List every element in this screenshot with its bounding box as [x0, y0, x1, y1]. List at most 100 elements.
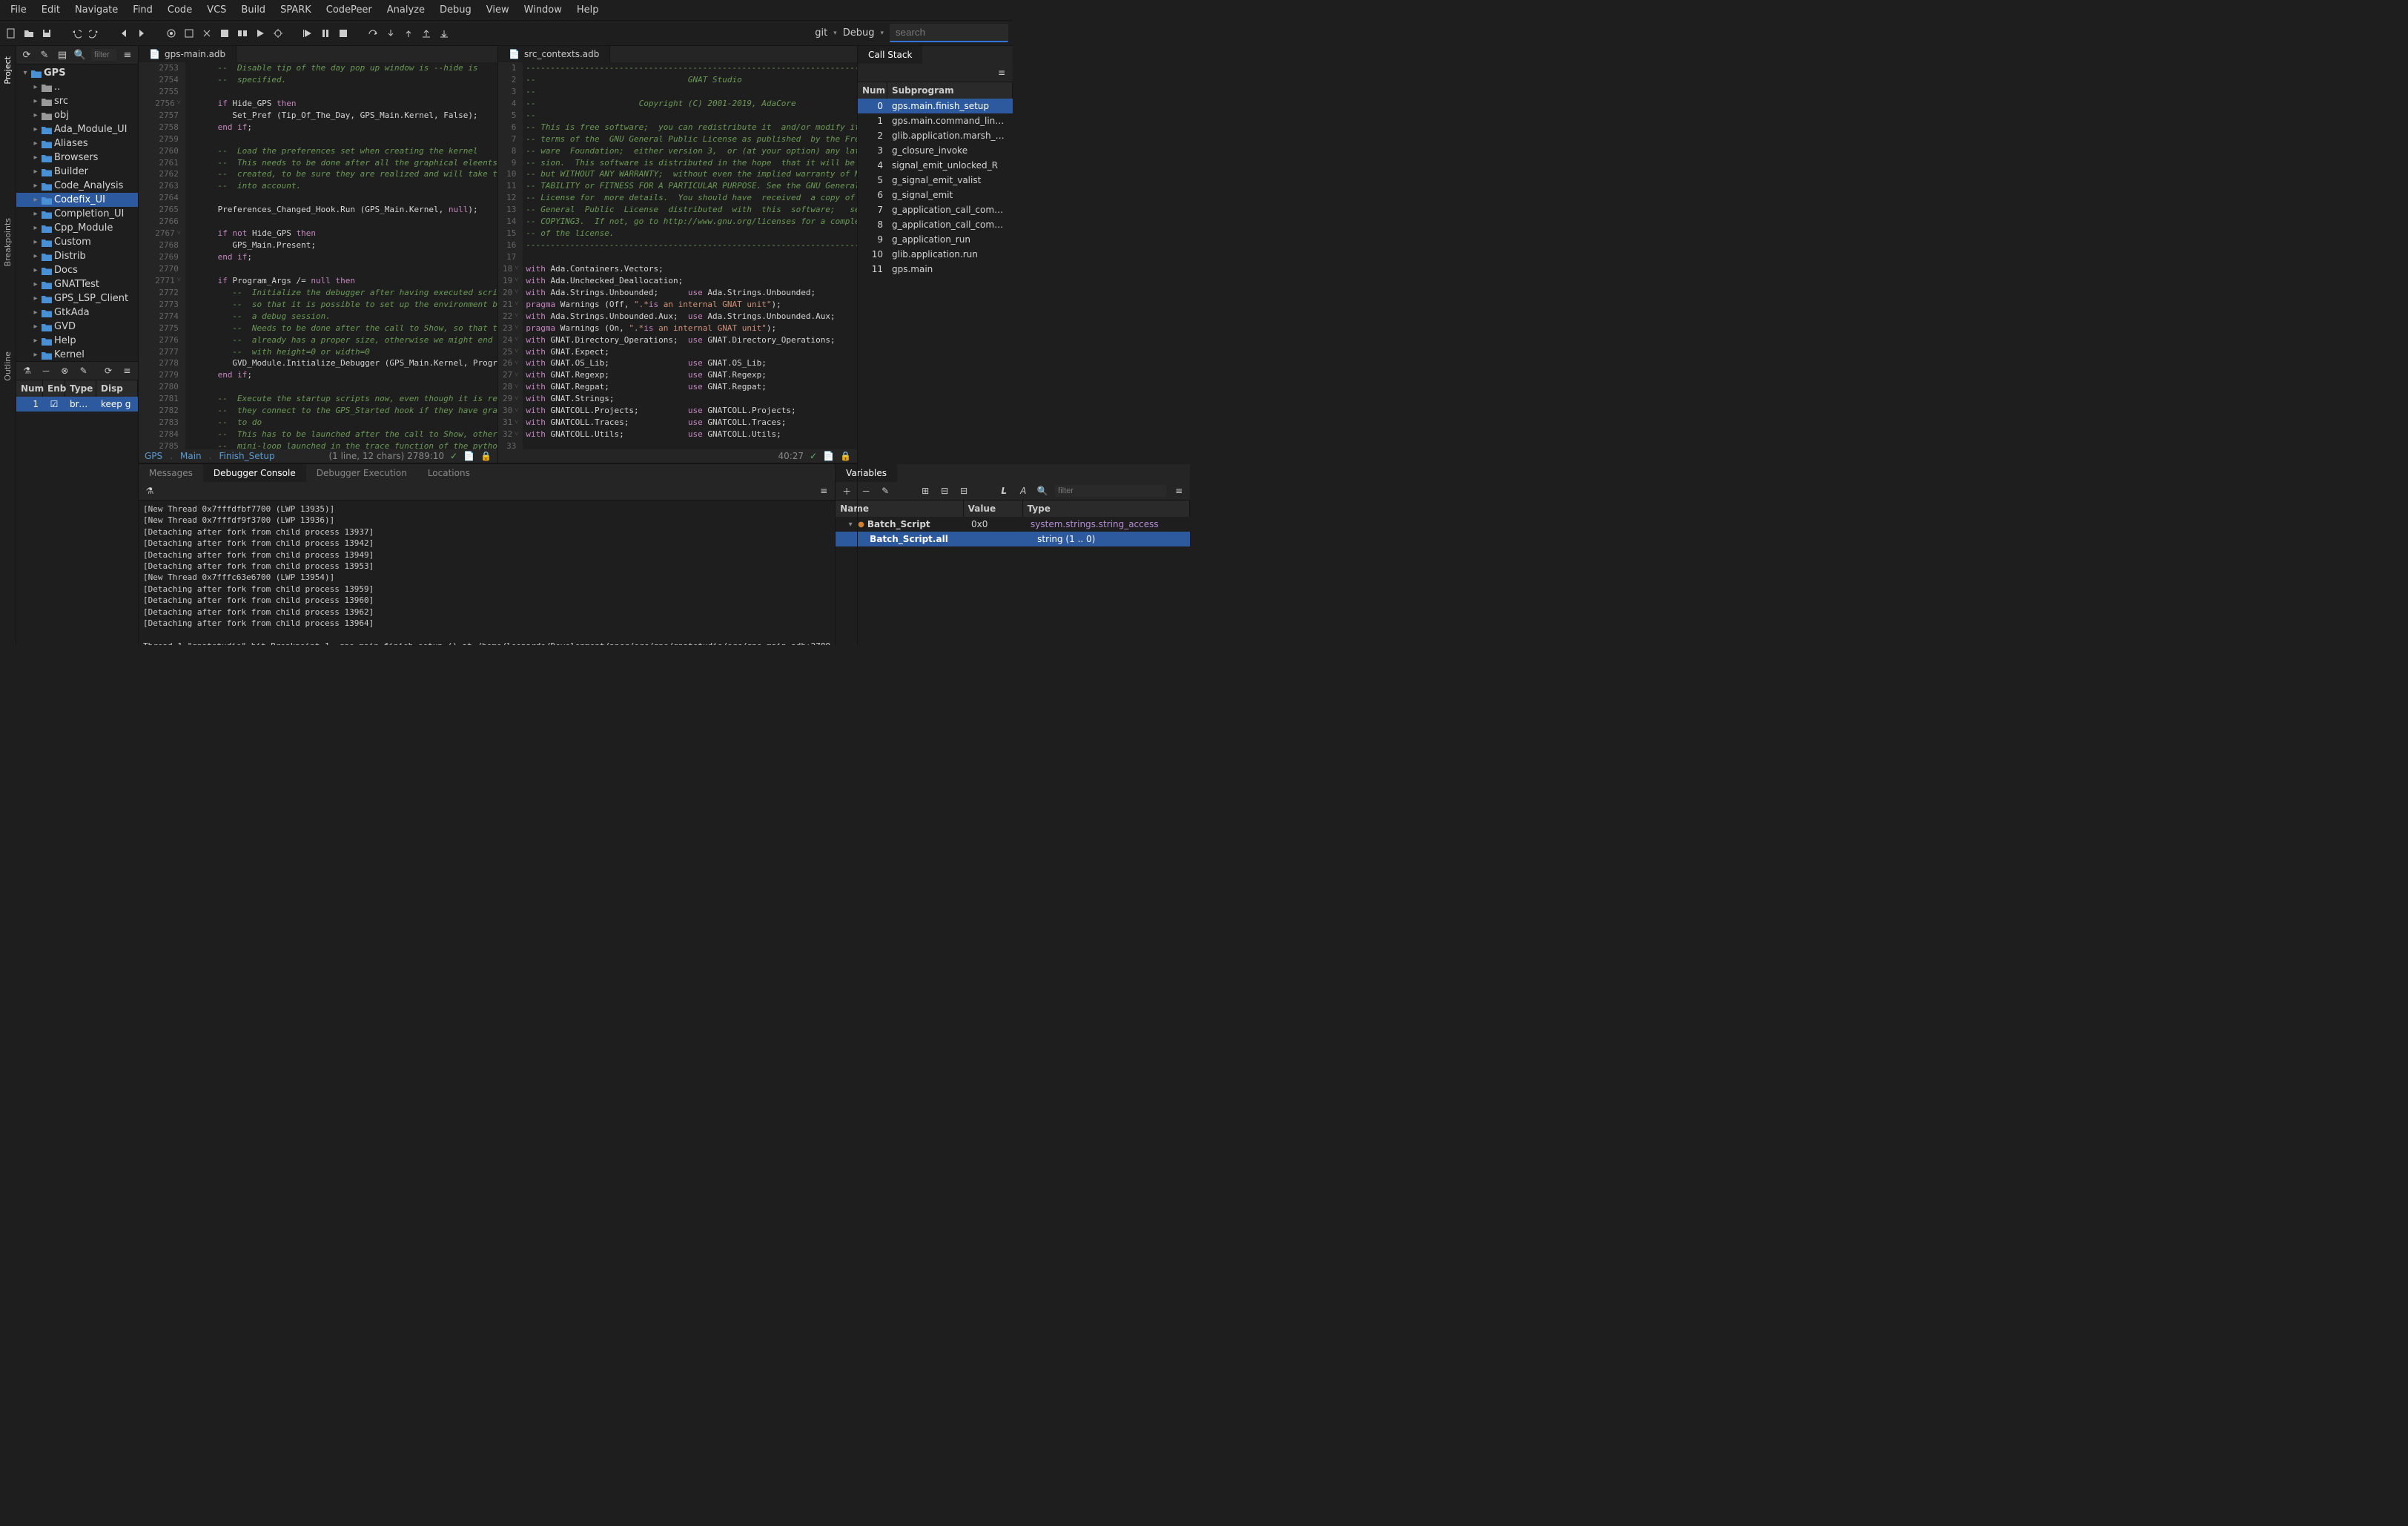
- menu-help[interactable]: Help: [571, 2, 605, 18]
- editor-body-left[interactable]: 2753275427552756˅27572758275927602761276…: [139, 62, 497, 449]
- callstack-row[interactable]: 2glib.application.marsh_gapplica: [858, 128, 1013, 143]
- collapse-icon[interactable]: ▤: [56, 48, 69, 62]
- menu-icon[interactable]: ≡: [121, 48, 134, 62]
- callstack-row[interactable]: 6g_signal_emit: [858, 188, 1013, 202]
- doc-icon[interactable]: 📄: [823, 451, 834, 461]
- clear-console-icon[interactable]: ⚗: [143, 484, 156, 498]
- menu-icon[interactable]: ≡: [817, 484, 830, 498]
- tree-item-gnattest[interactable]: ▸GNATTest: [16, 277, 138, 291]
- breakpoints-table[interactable]: Num Enb Type Disp 1 ☑ break keep g: [16, 380, 138, 454]
- breadcrumb-seg[interactable]: Main: [180, 451, 202, 461]
- tab-call-stack[interactable]: Call Stack: [858, 46, 922, 64]
- tab-locations[interactable]: Locations: [417, 464, 480, 482]
- tree-item-distrib[interactable]: ▸Distrib: [16, 249, 138, 263]
- project-tree[interactable]: ▾GPS▸..▸src▸obj▸Ada_Module_UI▸Aliases▸Br…: [16, 65, 138, 645]
- tree-item-gtkada[interactable]: ▸GtkAda: [16, 305, 138, 320]
- continue-icon[interactable]: [301, 27, 314, 40]
- menu-icon[interactable]: ≡: [1172, 484, 1185, 498]
- tree-item-src[interactable]: ▸src: [16, 94, 138, 108]
- callstack-row[interactable]: 0gps.main.finish_setup: [858, 99, 1013, 113]
- search-icon[interactable]: 🔍: [1036, 484, 1049, 498]
- mode-label[interactable]: Debug: [843, 27, 875, 39]
- compile-icon[interactable]: [218, 27, 231, 40]
- target-icon[interactable]: [165, 27, 178, 40]
- refresh-icon[interactable]: ⟳: [20, 48, 33, 62]
- doc-icon[interactable]: 📄: [463, 451, 474, 461]
- pause-icon[interactable]: [319, 27, 332, 40]
- tab-debugger-console[interactable]: Debugger Console: [203, 464, 306, 482]
- callstack-row[interactable]: 1gps.main.command_line_callba: [858, 113, 1013, 128]
- menu-icon[interactable]: ≡: [995, 66, 1008, 79]
- step-out-icon[interactable]: [402, 27, 415, 40]
- callstack-row[interactable]: 8g_application_call_command_li: [858, 217, 1013, 232]
- callstack-row[interactable]: 3g_closure_invoke: [858, 143, 1013, 158]
- tree-item-aliases[interactable]: ▸Aliases: [16, 136, 138, 151]
- menu-find[interactable]: Find: [127, 2, 159, 18]
- global-search-input[interactable]: [890, 24, 1008, 42]
- vcs-label[interactable]: git: [815, 27, 827, 39]
- upload-icon[interactable]: [420, 27, 433, 40]
- build-icon[interactable]: [182, 27, 196, 40]
- menu-debug[interactable]: Debug: [434, 2, 477, 18]
- menu-analyze[interactable]: Analyze: [381, 2, 431, 18]
- save-icon[interactable]: [40, 27, 53, 40]
- menu-build[interactable]: Build: [235, 2, 271, 18]
- tree-item-custom[interactable]: ▸Custom: [16, 235, 138, 249]
- menu-codepeer[interactable]: CodePeer: [320, 2, 378, 18]
- bp-enabled-checkbox[interactable]: ☑: [43, 397, 65, 412]
- menu-view[interactable]: View: [480, 2, 515, 18]
- tree-item-docs[interactable]: ▸Docs: [16, 263, 138, 277]
- new-file-icon[interactable]: [4, 27, 18, 40]
- build-all-icon[interactable]: [236, 27, 249, 40]
- step-into-icon[interactable]: [384, 27, 397, 40]
- menu-navigate[interactable]: Navigate: [69, 2, 124, 18]
- tree-item-obj[interactable]: ▸obj: [16, 108, 138, 122]
- italic-icon[interactable]: A: [1016, 484, 1030, 498]
- menu-code[interactable]: Code: [162, 2, 198, 18]
- undo-icon[interactable]: [70, 27, 83, 40]
- tree-item-builder[interactable]: ▸Builder: [16, 165, 138, 179]
- tree-item-gps_lsp_client[interactable]: ▸GPS_LSP_Client: [16, 291, 138, 305]
- tree-item-completion_ui[interactable]: ▸Completion_UI: [16, 207, 138, 221]
- nav-forward-icon[interactable]: [135, 27, 148, 40]
- breakpoint-row[interactable]: 1 ☑ break keep g: [16, 397, 138, 412]
- tree-item-help[interactable]: ▸Help: [16, 334, 138, 348]
- chevron-down-icon[interactable]: ▾: [833, 30, 837, 37]
- callstack-row[interactable]: 7g_application_call_command_l: [858, 202, 1013, 217]
- x-icon[interactable]: ⊗: [59, 364, 71, 377]
- callstack-row[interactable]: 11gps.main: [858, 262, 1013, 277]
- menu-icon[interactable]: ≡: [121, 364, 133, 377]
- tree-root[interactable]: ▾GPS: [16, 66, 138, 80]
- tree-item-kernel[interactable]: ▸Kernel: [16, 348, 138, 362]
- editor-tab-gps-main[interactable]: 📄 gps-main.adb: [139, 46, 236, 62]
- variables-filter-input[interactable]: [1055, 485, 1166, 497]
- download-icon[interactable]: [437, 27, 451, 40]
- nav-back-icon[interactable]: [117, 27, 130, 40]
- debugger-console[interactable]: [New Thread 0x7fffdfbf7700 (LWP 13935)] …: [139, 501, 835, 645]
- tab-breakpoints[interactable]: Breakpoints: [1, 215, 14, 270]
- tree-item-browsers[interactable]: ▸Browsers: [16, 151, 138, 165]
- menu-window[interactable]: Window: [518, 2, 568, 18]
- flask-icon[interactable]: ⚗: [21, 364, 33, 377]
- clean-icon[interactable]: [200, 27, 214, 40]
- open-folder-icon[interactable]: [22, 27, 36, 40]
- debug-icon[interactable]: [271, 27, 285, 40]
- tree-item-cpp_module[interactable]: ▸Cpp_Module: [16, 221, 138, 235]
- minus-icon[interactable]: －: [39, 364, 52, 377]
- editor-body-right[interactable]: 123456789101112131415161718˅19˅20˅21˅22˅…: [498, 62, 857, 449]
- tree-item-ada_module_ui[interactable]: ▸Ada_Module_UI: [16, 122, 138, 136]
- pencil-icon[interactable]: ✎: [38, 48, 51, 62]
- breadcrumb-seg[interactable]: GPS: [145, 451, 162, 461]
- menu-vcs[interactable]: VCS: [201, 2, 232, 18]
- step-over-icon[interactable]: [366, 27, 380, 40]
- tree-item-..[interactable]: ▸..: [16, 80, 138, 94]
- breadcrumb-seg[interactable]: Finish_Setup: [219, 451, 274, 461]
- run-icon[interactable]: [254, 27, 267, 40]
- lock-icon[interactable]: 🔒: [480, 451, 492, 461]
- callstack-row[interactable]: 5g_signal_emit_valist: [858, 173, 1013, 188]
- callstack-row[interactable]: 9g_application_run: [858, 232, 1013, 247]
- tab-project[interactable]: Project: [1, 53, 14, 87]
- tab-outline[interactable]: Outline: [1, 349, 14, 384]
- tree-item-gvd[interactable]: ▸GVD: [16, 320, 138, 334]
- pencil-icon[interactable]: ✎: [77, 364, 90, 377]
